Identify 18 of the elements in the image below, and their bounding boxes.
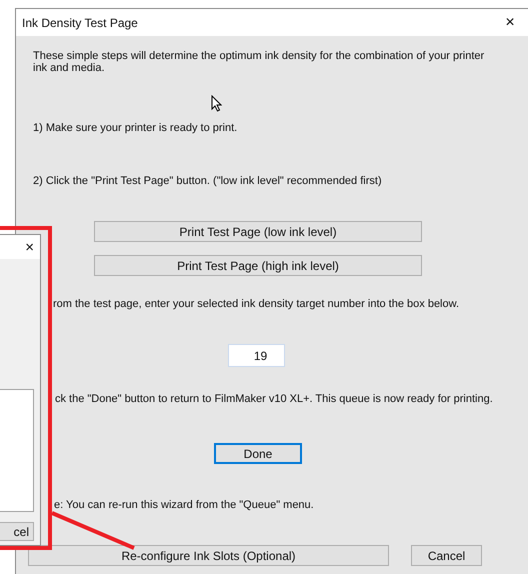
mouse-cursor-icon <box>211 95 222 112</box>
cancel-button[interactable]: Cancel <box>411 545 482 566</box>
step-text: ck the "Done" button to return to FilmMaker v10 XL+. This queue is now ready for printing. <box>55 393 493 405</box>
print-button[interactable]: Print Test Page (low ink level) <box>94 221 422 242</box>
done-button[interactable]: Done <box>214 443 302 464</box>
window-title: Ink Density Test Page <box>22 14 138 32</box>
intro-text: These simple steps will determine the optimum ink density for the combination of your printer ink and media. <box>33 50 486 74</box>
note-text: e: You can re-run this wizard from the "Queue" menu. <box>54 499 314 511</box>
step-text: rom the test page, enter your selected ink density target number into the box below. <box>53 298 460 310</box>
list-box[interactable] <box>0 389 34 512</box>
close-button[interactable]: × <box>502 14 518 30</box>
cancel-button[interactable]: cel <box>0 522 34 541</box>
print-button[interactable]: Print Test Page (high ink level) <box>94 255 422 276</box>
step-text: 1) Make sure your printer is ready to print. <box>33 122 238 134</box>
close-button[interactable]: × <box>25 240 34 254</box>
step-text: 2) Click the "Print Test Page" button. ("low ink level" recommended first) <box>33 175 382 187</box>
reconfigure-button[interactable]: Re-configure Ink Slots (Optional) <box>28 545 389 566</box>
density-input-field[interactable]: 19 <box>228 344 285 367</box>
